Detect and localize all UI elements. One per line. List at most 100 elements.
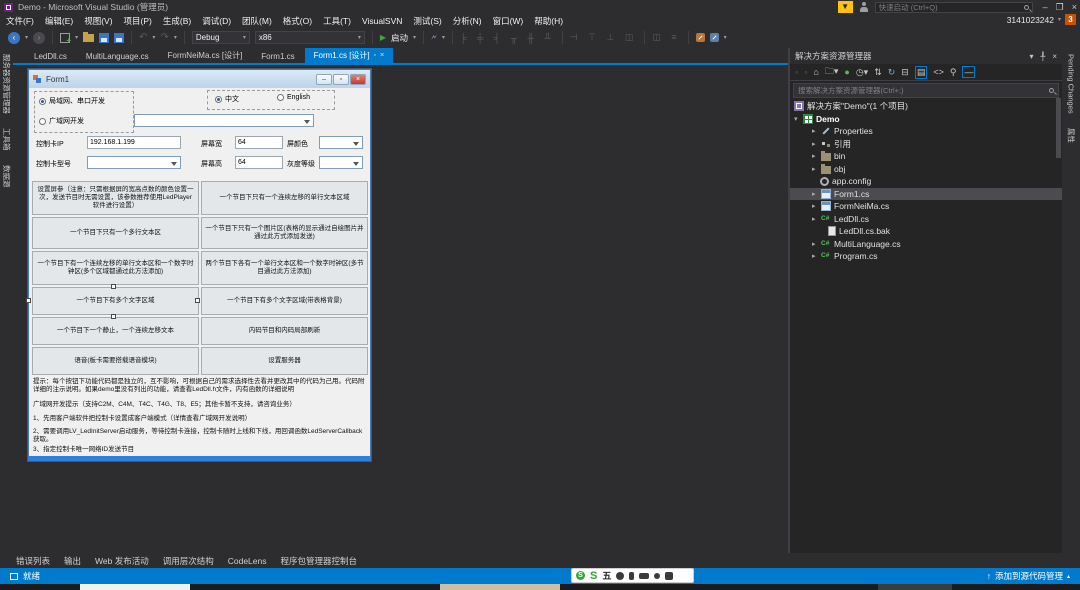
- program-combo[interactable]: [134, 114, 314, 127]
- undo-button[interactable]: ↶: [139, 32, 147, 43]
- open-files-filter-icon[interactable]: ◷▾: [856, 67, 868, 78]
- screen-height-input[interactable]: 64: [235, 156, 283, 169]
- selection-handle[interactable]: [195, 298, 200, 303]
- navigate-forward-button[interactable]: ›: [33, 32, 45, 44]
- ime-pen-icon[interactable]: [629, 572, 634, 580]
- tab-error-list[interactable]: 错误列表: [16, 555, 50, 567]
- btn-picture-area[interactable]: 一个节目下只有一个图片区(表格的显示通过自绘图片并通过此方式添加发送): [201, 217, 368, 249]
- menu-window[interactable]: 窗口(W): [493, 15, 524, 27]
- tab-server-explorer[interactable]: 服务器资源管理器: [1, 54, 12, 114]
- toolbar-overflow2-icon[interactable]: ▾: [724, 34, 727, 41]
- solution-explorer-titlebar[interactable]: 解决方案资源管理器 ▾ ╀ ×: [790, 48, 1062, 64]
- back-icon[interactable]: ◦: [795, 67, 798, 77]
- tab-toolbox[interactable]: 工具箱: [1, 128, 12, 151]
- preview-selected-icon[interactable]: —: [962, 66, 975, 78]
- card-ip-input[interactable]: 192.168.1.199: [87, 136, 181, 149]
- chevron-collapsed-icon[interactable]: ▸: [812, 127, 818, 135]
- redo-button[interactable]: ↷: [160, 32, 168, 43]
- navigate-back-dropdown-icon[interactable]: ▾: [25, 34, 28, 41]
- tree-item-solution[interactable]: 解决方案"Demo"(1 个项目): [790, 100, 1062, 113]
- radio-english[interactable]: English: [277, 94, 310, 101]
- ime-sogou-icon[interactable]: S: [590, 570, 597, 582]
- chevron-collapsed-icon[interactable]: ▸: [812, 240, 818, 248]
- tree-item-formneima-cs[interactable]: ▸ FormNeiMa.cs: [790, 200, 1062, 213]
- pending-changes-filter-icon[interactable]: ●: [844, 67, 849, 77]
- chevron-up-icon[interactable]: ▴: [1067, 573, 1070, 580]
- ime-logo-icon[interactable]: S: [576, 571, 585, 580]
- close-tab-icon[interactable]: ×: [380, 52, 384, 59]
- menu-view[interactable]: 视图(V): [84, 15, 112, 27]
- form-minimize-button[interactable]: –: [316, 74, 332, 85]
- btn-neima-refresh[interactable]: 内码节目和内码局部刷新: [201, 317, 368, 345]
- tree-item-leddll-cs[interactable]: ▸ LedDll.cs: [790, 213, 1062, 226]
- account-id[interactable]: 3141023242: [1007, 15, 1054, 25]
- menu-edit[interactable]: 编辑(E): [45, 15, 73, 27]
- tree-item-properties[interactable]: ▸ Properties: [790, 125, 1062, 138]
- show-all-files-icon[interactable]: ▤: [915, 66, 928, 79]
- chevron-collapsed-icon[interactable]: ▸: [812, 140, 818, 148]
- properties-icon[interactable]: ⚲: [950, 67, 957, 78]
- btn-multi-line-text[interactable]: 一个节目下只有一个多行文本区: [32, 217, 199, 249]
- tab-call-hierarchy[interactable]: 调用层次结构: [163, 555, 214, 567]
- redo-dropdown-icon[interactable]: ▾: [174, 34, 177, 41]
- btn-text-and-clock[interactable]: 一个节目下有一个连续左移的单行文本区和一个数字时钟区(多个区域都通过此方法添加): [32, 251, 199, 285]
- tree-item-leddll-bak[interactable]: LedDll.cs.bak: [790, 225, 1062, 238]
- menu-team[interactable]: 团队(M): [242, 15, 272, 27]
- selection-handle[interactable]: [111, 284, 116, 289]
- feedback-person-icon[interactable]: [859, 2, 869, 12]
- refresh-icon[interactable]: ↻: [888, 67, 896, 78]
- tree-item-project-demo[interactable]: ▾ Demo: [790, 113, 1062, 126]
- radio-chinese[interactable]: 中文: [215, 94, 239, 104]
- window-position-dropdown-icon[interactable]: ▾: [1029, 52, 1033, 61]
- menu-analyze[interactable]: 分析(N): [453, 15, 482, 27]
- btn-two-programs[interactable]: 两个节目下各有一个单行文本区和一个数字时钟区(多节目通过此方法添加): [201, 251, 368, 285]
- tree-item-multilanguage-cs[interactable]: ▸ MultiLanguage.cs: [790, 238, 1062, 251]
- ime-moon-icon[interactable]: [616, 572, 624, 580]
- attach-process-icon[interactable]: 🗲: [431, 31, 437, 44]
- gray-level-combo[interactable]: [319, 156, 363, 169]
- pin-tab-icon[interactable]: ◦: [374, 52, 376, 59]
- chevron-collapsed-icon[interactable]: ▸: [812, 152, 818, 160]
- btn-multi-text-table-bg[interactable]: 一个节目下有多个文字区域(带表格背景): [201, 287, 368, 315]
- menu-help[interactable]: 帮助(H): [534, 15, 563, 27]
- designed-form[interactable]: Form1 – ▫ × 局域网、串口开发 广域网开发: [28, 69, 371, 461]
- ime-person-icon[interactable]: [654, 573, 660, 579]
- designed-form-titlebar[interactable]: Form1 – ▫ ×: [29, 70, 370, 88]
- menu-build[interactable]: 生成(B): [163, 15, 191, 27]
- menu-file[interactable]: 文件(F): [6, 15, 34, 27]
- solution-platform-combo[interactable]: x86▾: [255, 31, 365, 44]
- btn-static-and-scroll[interactable]: 一个节目下一个静止，一个连续左移文本: [32, 317, 199, 345]
- notification-flag-icon[interactable]: ▼: [838, 1, 853, 13]
- menu-test[interactable]: 测试(S): [413, 15, 441, 27]
- btn-single-line-scroll[interactable]: 一个节目下只有一个连续左移的单行文本区域: [201, 181, 368, 215]
- close-button[interactable]: ×: [1072, 2, 1077, 13]
- solution-configuration-combo[interactable]: Debug▾: [192, 31, 250, 44]
- save-button[interactable]: [99, 33, 109, 43]
- view-code-icon[interactable]: <>: [933, 67, 944, 77]
- start-debug-icon[interactable]: ▶: [380, 33, 386, 42]
- tab-leddll-cs[interactable]: LedDll.cs: [25, 50, 76, 63]
- taskbar-window-thumbnail[interactable]: [440, 584, 560, 590]
- btn-set-screen-params[interactable]: 设置屏参（注意：只需根据屏的宽高点数的颜色设置一次，发送节目时无需设置，该参数推…: [32, 181, 199, 215]
- menu-format[interactable]: 格式(O): [283, 15, 312, 27]
- tree-item-form1-cs[interactable]: ▸ Form1.cs: [790, 188, 1062, 201]
- chevron-collapsed-icon[interactable]: ▸: [812, 165, 818, 173]
- menu-project[interactable]: 项目(P): [124, 15, 152, 27]
- card-type-combo[interactable]: [87, 156, 181, 169]
- form-close-button[interactable]: ×: [350, 74, 366, 85]
- add-to-source-control-button[interactable]: 添加到源代码管理: [995, 570, 1063, 582]
- chevron-collapsed-icon[interactable]: ▸: [812, 202, 818, 210]
- form-maximize-button[interactable]: ▫: [333, 74, 349, 85]
- chevron-collapsed-icon[interactable]: ▸: [812, 190, 818, 198]
- new-project-button[interactable]: [60, 33, 70, 43]
- ime-settings-icon[interactable]: [665, 572, 673, 580]
- tree-item-app-config[interactable]: app.config: [790, 175, 1062, 188]
- save-all-button[interactable]: [114, 33, 124, 43]
- ime-keyboard-icon[interactable]: [639, 573, 649, 579]
- tab-web-publish[interactable]: Web 发布活动: [95, 555, 149, 567]
- tab-package-manager-console[interactable]: 程序包管理器控制台: [281, 555, 358, 567]
- tree-item-references[interactable]: ▸ 引用: [790, 138, 1062, 151]
- btn-multi-text-areas[interactable]: 一个节目下有多个文字区域: [32, 287, 199, 315]
- minimize-button[interactable]: –: [1043, 2, 1048, 13]
- tree-item-program-cs[interactable]: ▸ Program.cs: [790, 250, 1062, 263]
